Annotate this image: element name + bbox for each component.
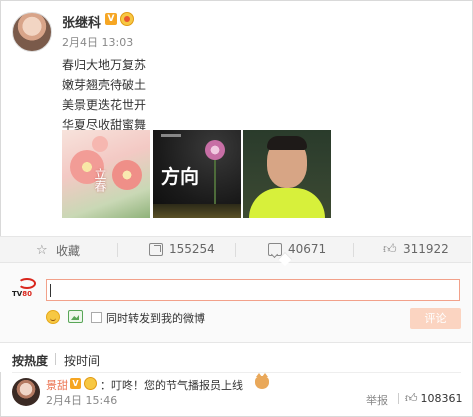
tab-sort-hot[interactable]: 按热度 [12,352,48,369]
comment-timestamp: 2月4日 15:46 [46,394,118,407]
flower-dark-photo[interactable]: 方向 [153,130,241,218]
user-avatar-logo: TV80 [12,278,40,300]
emoji-icon[interactable] [46,310,60,324]
share-count: 155254 [169,242,215,256]
comment-input[interactable] [46,279,460,301]
post-timestamp[interactable]: 2月4日 13:03 [62,34,133,50]
divider [235,243,236,257]
repost-label[interactable]: 同时转发到我的微博 [106,310,205,326]
comment-composer [0,262,471,342]
author-avatar[interactable] [12,12,52,52]
action-bar: ☆ 收藏 155254 40671 👍︎ 311922 [0,236,471,262]
author-name[interactable]: 张继科 [62,12,101,31]
divider [117,243,118,257]
medal-icon [84,377,97,390]
person-hair [267,136,307,150]
post-line: 美景更迭花世开 [62,98,147,112]
favorite-button[interactable]: ☆ 收藏 [36,242,80,259]
logo-ring [18,278,36,289]
comment-like-button[interactable]: 👍︎ 108361 [405,391,463,406]
text-caret [50,284,51,297]
thumbs-up-icon: 👍︎ [405,391,418,405]
flower-shape [205,140,225,160]
comment-like-count: 108361 [420,392,463,405]
like-count: 311922 [403,242,449,256]
tab-sort-time[interactable]: 按时间 [64,352,100,369]
verified-icon: V [70,378,81,389]
image-icon[interactable] [68,310,83,323]
commenter-avatar[interactable] [12,378,40,406]
favorite-label: 收藏 [56,244,81,258]
flower-stem [214,158,216,208]
post-line: 春归大地万复苏 [62,58,147,72]
commenter-name[interactable]: 景甜 [46,377,68,393]
flower-shape [112,160,142,190]
divider [353,243,354,257]
share-icon [149,242,163,256]
comment-count: 40671 [288,242,327,256]
photo-logo [161,134,181,137]
divider [398,393,399,404]
selfie-photo[interactable] [243,130,331,218]
repost-checkbox[interactable] [91,312,102,323]
photo-ground [153,204,241,218]
verified-icon: V [105,13,117,25]
photo-overlay-text: 方向 [161,166,200,188]
comment-text: ：叮咚！您的节气播报员上线 [100,379,243,392]
spring-flowers-photo[interactable]: 立春 [62,130,150,218]
thumbs-up-icon: 👍︎ [383,241,397,257]
post-line: 嫩芽翘壳待破土 [62,78,147,92]
divider [12,372,461,373]
submit-comment-button[interactable]: 评论 [410,308,461,329]
photo-overlay-text: 立春 [93,168,107,192]
report-link[interactable]: 举报 [366,392,388,408]
comment-icon [268,242,282,256]
medal-icon [120,12,134,26]
like-button[interactable]: 👍︎ 311922 [383,242,449,256]
flower-shape [92,136,108,152]
comment-button[interactable]: 40671 [268,242,326,256]
cat-emoji-icon [255,373,269,389]
divider [55,353,56,365]
star-icon: ☆ [36,243,48,258]
post-text: 春归大地万复苏 嫩芽翘壳待破土 美景更迭花世开 华夏尽收甜蜜舞 [62,55,146,135]
share-button[interactable]: 155254 [149,242,215,256]
logo-text: TV80 [12,290,32,298]
